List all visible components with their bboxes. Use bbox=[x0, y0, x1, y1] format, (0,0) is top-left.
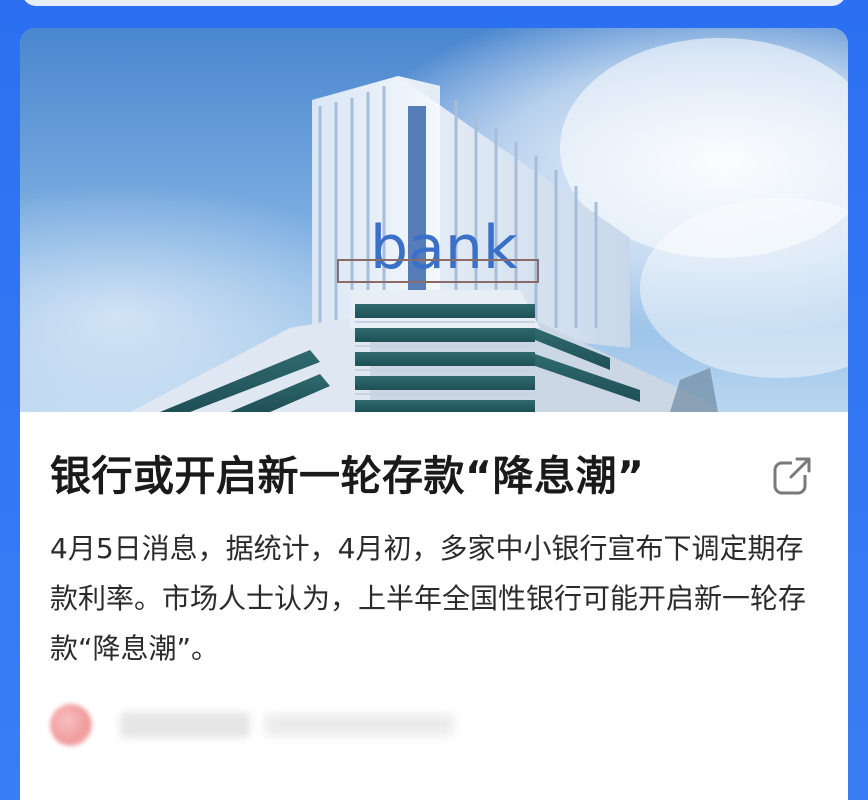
blurred-publish-time bbox=[264, 714, 454, 736]
bank-building-photo: bank bbox=[20, 28, 848, 412]
bank-sign-text: bank bbox=[370, 213, 518, 283]
avatar[interactable] bbox=[50, 704, 92, 746]
article-hero-image[interactable]: bank bbox=[20, 28, 848, 412]
news-card[interactable]: bank 银行或开启新一轮存款“降息潮” 4月5日消息，据统计，4月初，多家中小… bbox=[20, 28, 848, 800]
article-headline[interactable]: 银行或开启新一轮存款“降息潮” bbox=[50, 450, 644, 502]
article-summary: 4月5日消息，据统计，4月初，多家中小银行宣布下调定期存款利率。市场人士认为，上… bbox=[50, 532, 807, 665]
bottom-fade bbox=[20, 768, 848, 800]
author-meta bbox=[50, 704, 820, 748]
headline-row: 银行或开启新一轮存款“降息潮” bbox=[50, 450, 820, 502]
app-screen: bank 银行或开启新一轮存款“降息潮” 4月5日消息，据统计，4月初，多家中小… bbox=[0, 0, 868, 800]
blurred-author-name bbox=[120, 712, 250, 738]
previous-card-edge bbox=[22, 0, 846, 6]
share-icon[interactable] bbox=[770, 454, 814, 498]
article-content: 银行或开启新一轮存款“降息潮” 4月5日消息，据统计，4月初，多家中小银行宣布下… bbox=[20, 450, 848, 748]
